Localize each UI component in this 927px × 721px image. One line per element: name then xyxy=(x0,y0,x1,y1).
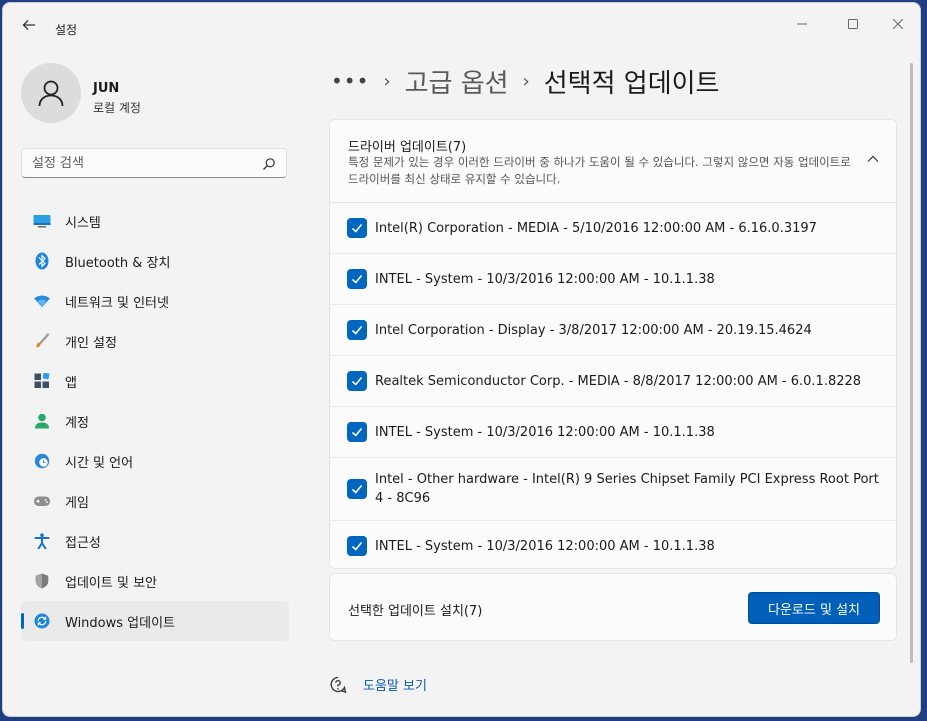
get-help-link[interactable]: 도움말 보기 xyxy=(363,675,427,694)
page-title: 선택적 업데이트 xyxy=(543,68,720,99)
user-name: JUN xyxy=(93,81,120,96)
chevron-up-icon[interactable] xyxy=(866,152,880,166)
apps-icon xyxy=(33,372,51,390)
driver-item-label: Realtek Semiconductor Corp. - MEDIA - 8/… xyxy=(375,373,862,389)
sidebar-item-label: 앱 xyxy=(65,375,77,391)
driver-item[interactable]: Intel - Other hardware - Intel(R) 9 Seri… xyxy=(330,458,896,521)
checkmark-icon xyxy=(351,376,363,386)
settings-window: 설정 JUN 로컬 계정 시스템 Bluetooth & 장치 xyxy=(2,2,921,717)
sidebar-item-label: 접근성 xyxy=(65,535,101,551)
driver-item-label: Intel(R) Corporation - MEDIA - 5/10/2016… xyxy=(375,220,817,236)
checkmark-icon xyxy=(351,484,363,494)
sidebar-nav: 시스템 Bluetooth & 장치 네트워크 및 인터넷 개인 설정 앱 계정… xyxy=(21,201,289,641)
paintbrush-icon xyxy=(33,332,51,350)
sidebar-item-label: 업데이트 및 보안 xyxy=(65,575,157,591)
driver-item-label: INTEL - System - 10/3/2016 12:00:00 AM -… xyxy=(375,424,715,440)
account-type: 로컬 계정 xyxy=(93,101,141,115)
sidebar-item-update-security[interactable]: 업데이트 및 보안 xyxy=(21,561,289,601)
clock-globe-icon xyxy=(33,452,51,470)
avatar xyxy=(21,63,81,123)
breadcrumb: ••• › 고급 옵션 › 선택적 업데이트 xyxy=(331,61,719,101)
checkbox[interactable] xyxy=(347,422,367,442)
checkmark-icon xyxy=(351,541,363,551)
arrow-left-icon xyxy=(22,20,35,30)
install-summary: 선택한 업데이트 설치(7) xyxy=(348,604,483,619)
sidebar-item-gaming[interactable]: 게임 xyxy=(21,481,289,521)
accessibility-icon xyxy=(33,532,51,550)
checkbox[interactable] xyxy=(347,536,367,556)
chevron-right-icon: › xyxy=(383,70,391,92)
driver-item[interactable]: Intel Corporation - Display - 3/8/2017 1… xyxy=(330,305,896,356)
sidebar-item-label: 시간 및 언어 xyxy=(65,455,134,471)
checkbox[interactable] xyxy=(347,320,367,340)
download-install-button[interactable]: 다운로드 및 설치 xyxy=(748,592,880,624)
bluetooth-icon xyxy=(33,252,51,270)
chevron-right-icon: › xyxy=(522,70,530,92)
person-icon xyxy=(38,80,64,107)
driver-item[interactable]: INTEL - System - 10/3/2016 12:00:00 AM -… xyxy=(330,521,896,571)
driver-item[interactable]: Intel(R) Corporation - MEDIA - 5/10/2016… xyxy=(330,203,896,254)
sidebar-item-system[interactable]: 시스템 xyxy=(21,201,289,241)
driver-item[interactable]: Realtek Semiconductor Corp. - MEDIA - 8/… xyxy=(330,356,896,407)
settings-search[interactable] xyxy=(21,148,287,178)
maximize-button[interactable] xyxy=(839,13,867,35)
sync-icon xyxy=(33,612,51,630)
driver-updates-title: 드라이버 업데이트(7) xyxy=(348,140,467,155)
sidebar-item-label: 게임 xyxy=(65,495,89,511)
driver-item[interactable]: INTEL - System - 10/3/2016 12:00:00 AM -… xyxy=(330,254,896,305)
maximize-icon xyxy=(848,19,858,29)
sidebar-item-time-language[interactable]: 시간 및 언어 xyxy=(21,441,289,481)
driver-item-label: INTEL - System - 10/3/2016 12:00:00 AM -… xyxy=(375,271,715,287)
help-link-row[interactable]: 도움말 보기 xyxy=(329,675,427,694)
help-icon xyxy=(330,676,347,693)
driver-item[interactable]: INTEL - System - 10/3/2016 12:00:00 AM -… xyxy=(330,407,896,458)
sidebar-item-accounts[interactable]: 계정 xyxy=(21,401,289,441)
wifi-icon xyxy=(33,292,51,310)
close-icon xyxy=(893,19,903,29)
sidebar-item-label: Windows 업데이트 xyxy=(65,615,176,631)
person-icon xyxy=(33,412,51,430)
checkmark-icon xyxy=(351,223,363,233)
close-button[interactable] xyxy=(884,13,912,35)
sidebar-item-label: 네트워크 및 인터넷 xyxy=(65,295,169,311)
checkbox[interactable] xyxy=(347,371,367,391)
title-bar: 설정 xyxy=(3,3,920,47)
search-input[interactable] xyxy=(32,154,252,172)
sidebar-item-label: Bluetooth & 장치 xyxy=(65,255,171,271)
checkbox[interactable] xyxy=(347,218,367,238)
breadcrumb-item-advanced-options[interactable]: 고급 옵션 xyxy=(405,63,509,100)
checkmark-icon xyxy=(351,274,363,284)
checkbox[interactable] xyxy=(347,479,367,499)
minimize-button[interactable] xyxy=(788,13,816,35)
checkmark-icon xyxy=(351,325,363,335)
sidebar-item-apps[interactable]: 앱 xyxy=(21,361,289,401)
driver-item-label: INTEL - System - 10/3/2016 12:00:00 AM -… xyxy=(375,538,715,554)
monitor-icon xyxy=(33,212,51,230)
checkbox[interactable] xyxy=(347,269,367,289)
driver-item-label: Intel - Other hardware - Intel(R) 9 Seri… xyxy=(375,472,879,506)
sidebar-item-personalization[interactable]: 개인 설정 xyxy=(21,321,289,361)
driver-updates-header[interactable]: 드라이버 업데이트(7) 특정 문제가 있는 경우 이러한 드라이버 중 하나가… xyxy=(330,120,896,203)
checkmark-icon xyxy=(351,427,363,437)
driver-updates-description: 특정 문제가 있는 경우 이러한 드라이버 중 하나가 도움이 될 수 있습니다… xyxy=(348,155,851,186)
driver-updates-card: 드라이버 업데이트(7) 특정 문제가 있는 경우 이러한 드라이버 중 하나가… xyxy=(329,119,897,569)
sidebar-item-windows-update[interactable]: Windows 업데이트 xyxy=(21,601,289,641)
sidebar-item-bluetooth[interactable]: Bluetooth & 장치 xyxy=(21,241,289,281)
shield-icon xyxy=(33,572,51,590)
search-icon[interactable] xyxy=(262,157,276,171)
driver-item-label: Intel Corporation - Display - 3/8/2017 1… xyxy=(375,322,812,338)
app-title: 설정 xyxy=(55,23,78,37)
gamepad-icon xyxy=(33,492,51,510)
breadcrumb-more-button[interactable]: ••• xyxy=(331,69,369,93)
install-card: 선택한 업데이트 설치(7) 다운로드 및 설치 xyxy=(329,573,897,641)
back-button[interactable] xyxy=(17,15,41,35)
sidebar-item-network[interactable]: 네트워크 및 인터넷 xyxy=(21,281,289,321)
sidebar-item-label: 시스템 xyxy=(65,215,101,231)
sidebar-item-accessibility[interactable]: 접근성 xyxy=(21,521,289,561)
minimize-icon xyxy=(797,23,807,25)
sidebar-item-label: 계정 xyxy=(65,415,89,431)
scrollbar[interactable] xyxy=(910,63,913,663)
sidebar-item-label: 개인 설정 xyxy=(65,335,117,351)
